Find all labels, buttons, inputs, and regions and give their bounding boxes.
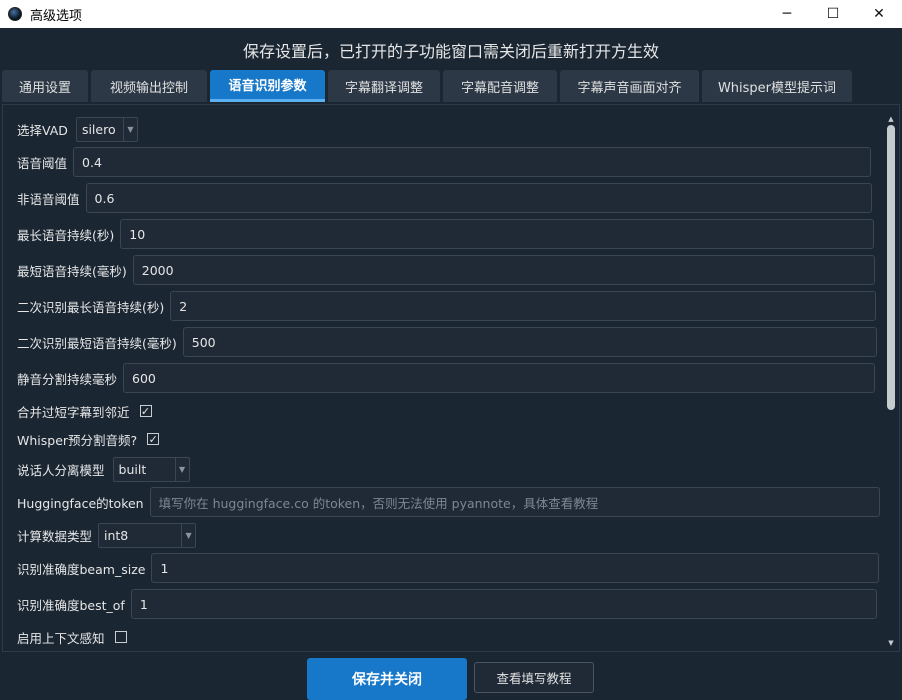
compute-type-select[interactable]: int8 ▼ — [98, 523, 197, 548]
main-area: 保存设置后，已打开的子功能窗口需关闭后重新打开方生效 通用设置 视频输出控制 语… — [0, 28, 902, 700]
scroll-down-icon[interactable]: ▼ — [887, 639, 895, 647]
close-button[interactable]: ✕ — [856, 0, 902, 28]
speech-threshold-input[interactable]: 0.4 — [73, 147, 872, 177]
tab-subtitle-dubbing[interactable]: 字幕配音调整 — [443, 70, 557, 102]
hf-token-row: Huggingface的token 填写你在 huggingface.co 的t… — [17, 487, 880, 517]
tab-whisper-prompt[interactable]: Whisper模型提示词 — [702, 70, 852, 102]
maximize-button[interactable]: ☐ — [810, 0, 856, 28]
speaker-model-label: 说话人分离模型 — [17, 463, 105, 478]
silence-split-input[interactable]: 600 — [123, 363, 876, 393]
whisper-presplit-checkbox[interactable]: ✓ — [147, 433, 160, 445]
merge-short-label: 合并过短字幕到邻近 — [17, 404, 130, 420]
second-max-speech-row: 二次识别最长语音持续(秒) 2 — [17, 291, 877, 321]
save-close-button[interactable]: 保存并关闭 — [307, 658, 467, 700]
max-speech-row: 最长语音持续(秒) 10 — [17, 219, 875, 249]
window-controls: ─ ☐ ✕ — [764, 0, 902, 28]
scroll-up-icon[interactable]: ▲ — [887, 115, 895, 123]
context-aware-checkbox[interactable] — [114, 631, 127, 643]
settings-banner: 保存设置后，已打开的子功能窗口需关闭后重新打开方生效 — [242, 42, 659, 61]
vad-select[interactable]: silero ▼ — [75, 117, 138, 142]
app-icon — [8, 7, 22, 21]
min-speech-label: 最短语音持续(毫秒) — [17, 263, 127, 279]
tab-bar: 通用设置 视频输出控制 语音识别参数 字幕翻译调整 字幕配音调整 字幕声音画面对… — [2, 70, 852, 103]
best-of-label: 识别准确度best_of — [17, 597, 125, 613]
speaker-model-select[interactable]: built ▼ — [112, 457, 190, 482]
context-aware-row: 启用上下文感知 — [17, 627, 127, 647]
speaker-model-row: 说话人分离模型 built ▼ — [17, 457, 190, 482]
whisper-presplit-row: Whisper预分割音频? ✓ — [17, 429, 160, 449]
compute-type-label: 计算数据类型 — [17, 529, 93, 544]
scroll-track[interactable] — [887, 125, 895, 635]
whisper-presplit-label: Whisper预分割音频? — [17, 432, 138, 448]
speech-threshold-row: 语音阈值 0.4 — [17, 147, 872, 177]
second-min-speech-input[interactable]: 500 — [182, 327, 877, 357]
silence-split-label: 静音分割持续毫秒 — [17, 371, 118, 387]
compute-type-row: 计算数据类型 int8 ▼ — [17, 523, 197, 548]
speech-threshold-label: 语音阈值 — [17, 155, 68, 171]
vertical-scrollbar[interactable]: ▲ ▼ — [887, 115, 895, 647]
vad-row: 选择VAD silero ▼ — [17, 117, 138, 142]
max-speech-label: 最长语音持续(秒) — [17, 227, 115, 243]
hf-token-label: Huggingface的token — [17, 495, 144, 511]
beam-size-label: 识别准确度beam_size — [17, 561, 146, 577]
settings-panel: 选择VAD silero ▼ 语音阈值 0.4 非语音阈值 0.6 最长语音持续… — [2, 104, 900, 652]
chevron-down-icon: ▼ — [174, 458, 189, 481]
merge-short-checkbox[interactable]: ✓ — [139, 405, 152, 417]
beam-size-row: 识别准确度beam_size 1 — [17, 553, 880, 583]
speaker-model-value: built — [118, 462, 147, 477]
tab-subtitle-translation[interactable]: 字幕翻译调整 — [328, 70, 440, 102]
second-max-speech-label: 二次识别最长语音持续(秒) — [17, 299, 165, 315]
tab-subtitle-alignment[interactable]: 字幕声音画面对齐 — [560, 70, 699, 102]
tab-general[interactable]: 通用设置 — [2, 70, 88, 102]
chevron-down-icon: ▼ — [181, 524, 195, 547]
context-aware-label: 启用上下文感知 — [17, 630, 105, 646]
vad-label: 选择VAD — [17, 123, 68, 138]
scroll-thumb[interactable] — [887, 125, 895, 410]
hf-token-input[interactable]: 填写你在 huggingface.co 的token，否则无法使用 pyanno… — [149, 487, 880, 517]
vad-value: silero — [81, 122, 116, 137]
nonspeech-threshold-label: 非语音阈值 — [17, 191, 80, 207]
second-max-speech-input[interactable]: 2 — [170, 291, 877, 321]
nonspeech-threshold-row: 非语音阈值 0.6 — [17, 183, 872, 213]
best-of-input[interactable]: 1 — [130, 589, 877, 619]
min-speech-row: 最短语音持续(毫秒) 2000 — [17, 255, 875, 285]
second-min-speech-label: 二次识别最短语音持续(毫秒) — [17, 335, 177, 351]
compute-type-value: int8 — [104, 528, 129, 543]
chevron-down-icon: ▼ — [122, 118, 137, 141]
view-tutorial-button[interactable]: 查看填写教程 — [474, 662, 594, 693]
beam-size-input[interactable]: 1 — [151, 553, 880, 583]
min-speech-input[interactable]: 2000 — [132, 255, 875, 285]
tab-video-output[interactable]: 视频输出控制 — [91, 70, 207, 102]
tab-speech-recognition[interactable]: 语音识别参数 — [210, 70, 325, 102]
merge-short-row: 合并过短字幕到邻近 ✓ — [17, 401, 152, 421]
second-min-speech-row: 二次识别最短语音持续(毫秒) 500 — [17, 327, 877, 357]
max-speech-input[interactable]: 10 — [120, 219, 875, 249]
silence-split-row: 静音分割持续毫秒 600 — [17, 363, 876, 393]
window-title: 高级选项 — [30, 8, 83, 24]
title-bar: 高级选项 ─ ☐ ✕ — [0, 0, 902, 28]
best-of-row: 识别准确度best_of 1 — [17, 589, 877, 619]
minimize-button[interactable]: ─ — [764, 0, 810, 28]
nonspeech-threshold-input[interactable]: 0.6 — [85, 183, 872, 213]
